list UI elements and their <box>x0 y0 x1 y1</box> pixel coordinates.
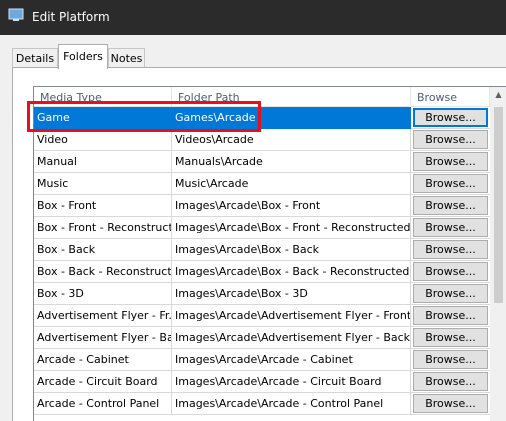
table-row[interactable]: Arcade - Cabinet Images\Arcade\Arcade - C… <box>34 349 490 371</box>
browse-cell: Browse... <box>411 349 490 371</box>
media-type-cell[interactable]: Box - 3D <box>34 283 172 305</box>
browse-cell: Browse... <box>411 107 490 129</box>
media-type-cell[interactable]: Video <box>34 129 172 151</box>
browse-cell: Browse... <box>411 217 490 239</box>
media-type-cell[interactable]: Box - Back - Reconstructed <box>34 261 172 283</box>
table-row[interactable]: Manual Manuals\Arcade Browse... <box>34 151 490 173</box>
folder-path-cell[interactable]: Videos\Arcade <box>172 129 411 151</box>
browse-cell: Browse... <box>411 393 490 415</box>
table-row[interactable]: Box - Front - Reconstructed Images\Arcade… <box>34 217 490 239</box>
browse-cell: Browse... <box>411 129 490 151</box>
tab-bar: Details Folders Notes <box>12 44 506 69</box>
title-bar[interactable]: Edit Platform <box>0 0 506 35</box>
table-row[interactable]: Arcade - Circuit Board Images\Arcade\Arca… <box>34 371 490 393</box>
folder-path-cell[interactable]: Images\Arcade\Box - Back <box>172 239 411 261</box>
browse-button[interactable]: Browse... <box>413 152 488 171</box>
table-row[interactable]: Box - Front Images\Arcade\Box - Front Brow… <box>34 195 490 217</box>
browse-button[interactable]: Browse... <box>413 240 488 259</box>
browse-button[interactable]: Browse... <box>413 328 488 347</box>
browse-cell: Browse... <box>411 371 490 393</box>
folder-path-cell[interactable]: Music\Arcade <box>172 173 411 195</box>
media-type-cell[interactable]: Box - Front - Reconstructed <box>34 217 172 239</box>
browse-cell: Browse... <box>411 239 490 261</box>
column-header-browse[interactable]: Browse <box>411 87 490 106</box>
vertical-scrollbar[interactable]: ▲ <box>490 87 506 421</box>
media-type-cell[interactable]: Manual <box>34 151 172 173</box>
table-row[interactable]: Advertisement Flyer - Back Images\Arcade\… <box>34 327 490 349</box>
media-type-cell[interactable]: Box - Back <box>34 239 172 261</box>
scroll-up-arrow-icon[interactable]: ▲ <box>494 90 503 99</box>
window-title: Edit Platform <box>32 10 110 24</box>
folder-path-cell[interactable]: Manuals\Arcade <box>172 151 411 173</box>
browse-button[interactable]: Browse... <box>413 372 488 391</box>
folder-path-cell[interactable]: Images\Arcade\Box - Back - Reconstructed <box>172 261 411 283</box>
browse-button[interactable]: Browse... <box>413 218 488 237</box>
browse-button[interactable]: Browse... <box>413 306 488 325</box>
folder-path-cell[interactable]: Images\Arcade\Box - Front - Reconstructe… <box>172 217 411 239</box>
window-icon <box>8 8 24 21</box>
browse-cell: Browse... <box>411 173 490 195</box>
media-type-cell[interactable]: Arcade - Cabinet <box>34 349 172 371</box>
folder-path-cell[interactable]: Images\Arcade\Box - 3D <box>172 283 411 305</box>
browse-button[interactable]: Browse... <box>413 262 488 281</box>
folder-path-cell[interactable]: Images\Arcade\Advertisement Flyer - Fron… <box>172 305 411 327</box>
tab-details[interactable]: Details <box>12 48 58 68</box>
tab-folders[interactable]: Folders <box>58 44 108 69</box>
browse-button[interactable]: Browse... <box>413 108 488 127</box>
tab-notes[interactable]: Notes <box>108 48 145 68</box>
media-type-cell[interactable]: Arcade - Control Panel <box>34 393 172 415</box>
folder-path-cell[interactable]: Images\Arcade\Box - Front <box>172 195 411 217</box>
folder-path-cell[interactable]: Images\Arcade\Arcade - Cabinet <box>172 349 411 371</box>
browse-button[interactable]: Browse... <box>413 130 488 149</box>
media-type-cell[interactable]: Advertisement Flyer - Fr... <box>34 305 172 327</box>
media-type-cell[interactable]: Music <box>34 173 172 195</box>
scrollbar-thumb[interactable] <box>494 107 503 303</box>
annotation-highlight-box <box>27 101 261 132</box>
folder-path-cell[interactable]: Images\Arcade\Advertisement Flyer - Back <box>172 327 411 349</box>
table-row[interactable]: Box - Back - Reconstructed Images\Arcade\… <box>34 261 490 283</box>
browse-button[interactable]: Browse... <box>413 394 488 413</box>
media-folders-grid[interactable]: Media Type Folder Path Browse Game Games\… <box>33 86 506 421</box>
browse-button[interactable]: Browse... <box>413 174 488 193</box>
media-type-cell[interactable]: Arcade - Circuit Board <box>34 371 172 393</box>
table-row[interactable]: Advertisement Flyer - Fr... Images\Arcade… <box>34 305 490 327</box>
browse-cell: Browse... <box>411 327 490 349</box>
media-type-cell[interactable]: Box - Front <box>34 195 172 217</box>
table-row[interactable]: Box - 3D Images\Arcade\Box - 3D Browse... <box>34 283 490 305</box>
browse-cell: Browse... <box>411 151 490 173</box>
browse-cell: Browse... <box>411 261 490 283</box>
tab-details-label: Details <box>15 52 55 65</box>
table-row[interactable]: Music Music\Arcade Browse... <box>34 173 490 195</box>
table-row[interactable]: Arcade - Control Panel Images\Arcade\Arca… <box>34 393 490 415</box>
folder-path-cell[interactable]: Images\Arcade\Arcade - Circuit Board <box>172 371 411 393</box>
browse-cell: Browse... <box>411 195 490 217</box>
browse-button[interactable]: Browse... <box>413 284 488 303</box>
folder-path-cell[interactable]: Images\Arcade\Arcade - Control Panel <box>172 393 411 415</box>
media-type-cell[interactable]: Advertisement Flyer - Back <box>34 327 172 349</box>
browse-button[interactable]: Browse... <box>413 196 488 215</box>
browse-cell: Browse... <box>411 305 490 327</box>
tab-notes-label: Notes <box>110 52 143 65</box>
table-row[interactable]: Box - Back Images\Arcade\Box - Back Browse… <box>34 239 490 261</box>
browse-cell: Browse... <box>411 283 490 305</box>
table-row[interactable]: Video Videos\Arcade Browse... <box>34 129 490 151</box>
tab-folders-label: Folders <box>63 50 103 63</box>
browse-button[interactable]: Browse... <box>413 350 488 369</box>
